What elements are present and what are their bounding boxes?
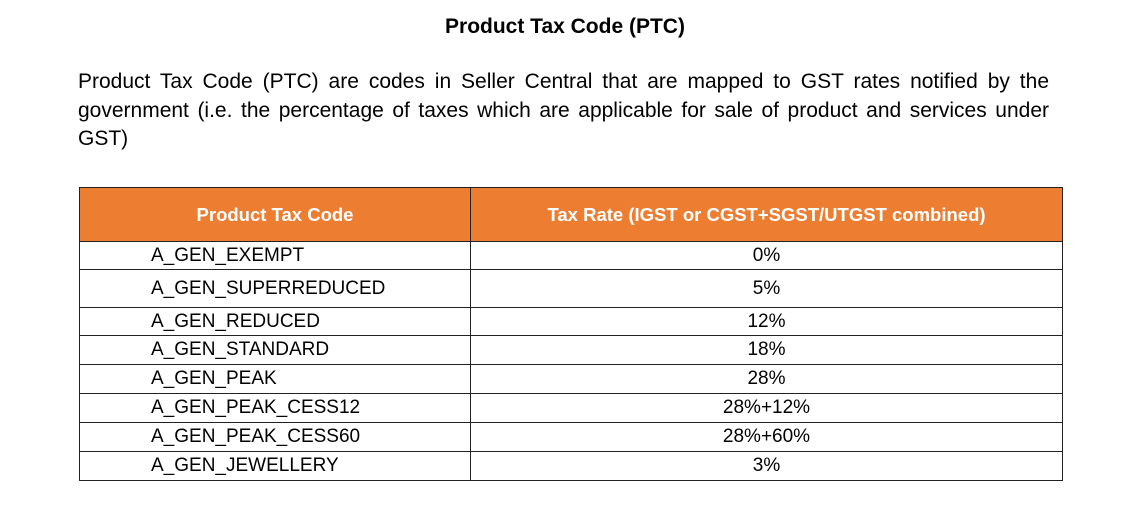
cell-code: A_GEN_PEAK_CESS12	[79, 393, 471, 423]
cell-code: A_GEN_JEWELLERY	[79, 451, 471, 481]
table-row: A_GEN_PEAK_CESS12 28%+12%	[79, 393, 1063, 423]
cell-rate: 12%	[470, 307, 1063, 336]
cell-rate: 3%	[470, 451, 1063, 481]
cell-code: A_GEN_SUPERREDUCED	[79, 269, 471, 308]
cell-rate: 28%+12%	[470, 393, 1063, 423]
cell-rate: 18%	[470, 335, 1063, 365]
cell-rate: 28%	[470, 364, 1063, 394]
cell-code: A_GEN_PEAK_CESS60	[79, 422, 471, 452]
header-tax-rate: Tax Rate (IGST or CGST+SGST/UTGST combin…	[470, 187, 1063, 242]
tax-code-table: Product Tax Code Tax Rate (IGST or CGST+…	[79, 187, 1063, 481]
cell-rate: 0%	[470, 241, 1063, 270]
header-product-tax-code: Product Tax Code	[79, 187, 471, 242]
cell-code: A_GEN_EXEMPT	[79, 241, 471, 270]
table-row: A_GEN_STANDARD 18%	[79, 335, 1063, 365]
table-row: A_GEN_EXEMPT 0%	[79, 241, 1063, 270]
cell-code: A_GEN_STANDARD	[79, 335, 471, 365]
table-row: A_GEN_PEAK 28%	[79, 364, 1063, 394]
table-row: A_GEN_REDUCED 12%	[79, 307, 1063, 336]
table-row: A_GEN_PEAK_CESS60 28%+60%	[79, 422, 1063, 452]
table-header-row: Product Tax Code Tax Rate (IGST or CGST+…	[79, 187, 1063, 242]
table-row: A_GEN_JEWELLERY 3%	[79, 451, 1063, 481]
description-paragraph: Product Tax Code (PTC) are codes in Sell…	[78, 70, 1049, 150]
page-title: Product Tax Code (PTC)	[445, 15, 685, 38]
table-row: A_GEN_SUPERREDUCED 5%	[79, 269, 1063, 308]
cell-rate: 5%	[470, 269, 1063, 308]
cell-code: A_GEN_PEAK	[79, 364, 471, 394]
cell-rate: 28%+60%	[470, 422, 1063, 452]
cell-code: A_GEN_REDUCED	[79, 307, 471, 336]
